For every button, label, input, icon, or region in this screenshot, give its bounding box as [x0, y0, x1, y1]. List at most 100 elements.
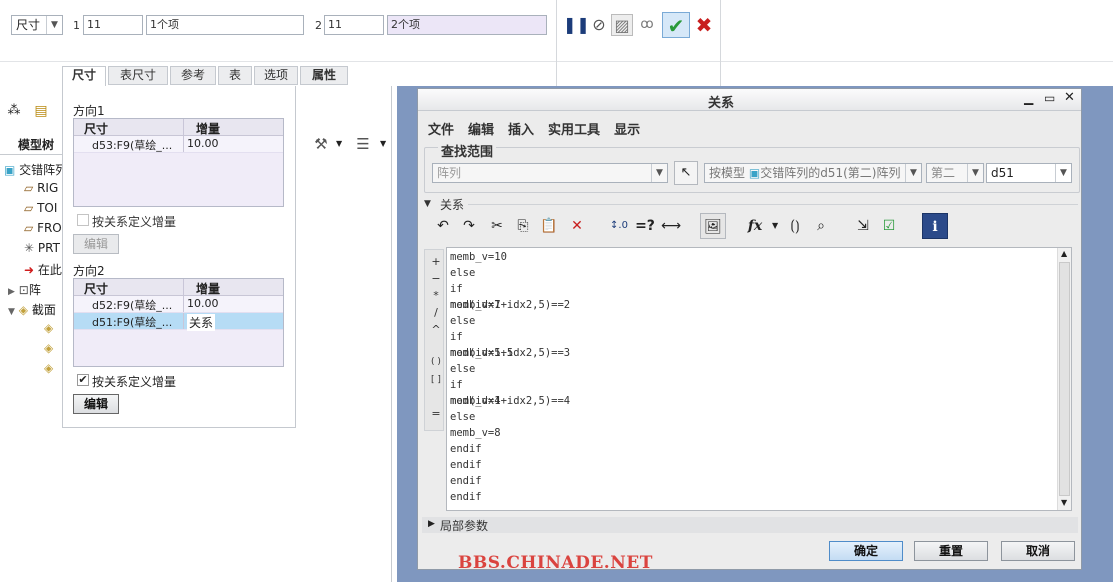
pattern-type-select[interactable]: 尺寸 ▼: [11, 15, 63, 35]
op-divide-button[interactable]: /: [426, 306, 446, 319]
confirm-check-icon[interactable]: ✔: [662, 12, 690, 38]
select-pointer-button[interactable]: ↖: [674, 161, 698, 185]
table-row[interactable]: d52:F9(草绘_... 10.00: [74, 296, 283, 313]
menu-file[interactable]: 文件: [428, 123, 454, 138]
tree-view-icon[interactable]: ⁂: [3, 100, 25, 122]
function-icon[interactable]: fx: [742, 213, 768, 239]
header-increment: 增量: [196, 122, 221, 136]
tree-item-root[interactable]: ▣ 交错阵列: [4, 161, 67, 178]
code-line: else: [450, 411, 476, 423]
menu-display[interactable]: 显示: [614, 123, 640, 138]
tree-item-top-plane[interactable]: ▱ TOI: [24, 201, 57, 215]
scroll-up-icon[interactable]: ▲: [1061, 249, 1067, 258]
tree-item-pattern[interactable]: ▶ ⊡阵: [8, 281, 41, 298]
undo-icon[interactable]: ↶: [430, 213, 456, 239]
op-power-button[interactable]: ^: [426, 323, 446, 336]
tree-item-sub-3[interactable]: ◈: [44, 361, 53, 375]
scroll-down-icon[interactable]: ▼: [1061, 498, 1067, 507]
menu-insert[interactable]: 插入: [508, 123, 534, 138]
tab-dimensions[interactable]: 尺寸: [62, 66, 106, 86]
minimize-icon[interactable]: ▁: [1024, 91, 1033, 105]
no-preview-icon[interactable]: ⊘: [588, 14, 610, 36]
op-paren-button[interactable]: ( ): [426, 357, 446, 367]
relations-toolbar: ↶ ↷ ✂ ⎘ 📋 ✕ ↕.0 =? ⟷ 🖼 fx ▼ ⟮⟯ ⌕ ⇲ ☑ i: [426, 213, 966, 241]
sort-relations-icon[interactable]: 🖼: [700, 213, 726, 239]
scroll-thumb[interactable]: [1059, 262, 1070, 496]
close-icon[interactable]: ✕: [1064, 90, 1075, 105]
evaluate-icon[interactable]: =?: [632, 213, 658, 239]
cut-icon[interactable]: ✂: [484, 213, 510, 239]
pause-icon[interactable]: ❚❚: [563, 14, 590, 36]
dir2-relation-checkbox[interactable]: ✔: [77, 374, 89, 386]
direction2-table: 尺寸 增量 d52:F9(草绘_... 10.00 d51:F9(草绘_... …: [73, 278, 284, 367]
op-plus-button[interactable]: +: [426, 255, 446, 268]
dir2-items-field[interactable]: 2个项: [387, 15, 547, 35]
scope-model-select[interactable]: 按模型 ▣交错阵列的d51(第二)阵列 ▼: [704, 163, 922, 183]
menu-utilities[interactable]: 实用工具: [548, 123, 600, 138]
info-icon[interactable]: i: [922, 213, 948, 239]
tab-references[interactable]: 参考: [170, 66, 216, 85]
op-multiply-button[interactable]: *: [426, 289, 446, 302]
measure-icon[interactable]: ⟷: [658, 213, 684, 239]
code-line: memb_v=5.5: [450, 347, 514, 359]
ok-button[interactable]: 确定: [829, 541, 903, 561]
copy-icon[interactable]: ⎘: [510, 213, 536, 239]
tree-item-csys[interactable]: ✳ PRT: [24, 241, 60, 255]
glasses-icon[interactable]: ꝏ: [636, 14, 658, 36]
dir1-edit-button[interactable]: 编辑: [73, 234, 119, 254]
preview-icon[interactable]: ▨: [611, 14, 633, 36]
redo-icon[interactable]: ↷: [456, 213, 482, 239]
insert-arrow-icon: ➜: [24, 263, 35, 277]
tab-options[interactable]: 选项: [254, 66, 298, 85]
tree-item-front-plane[interactable]: ▱ FRO: [24, 221, 62, 235]
feature-icon: ◈: [18, 303, 28, 317]
op-bracket-button[interactable]: [ ]: [426, 375, 446, 385]
reset-button[interactable]: 重置: [914, 541, 988, 561]
dimension-value-icon[interactable]: ↕.0: [606, 213, 632, 239]
scope-second-value: 第二: [931, 166, 956, 180]
cancel-x-icon[interactable]: ✖: [693, 14, 715, 36]
op-minus-button[interactable]: −: [426, 272, 446, 285]
export-icon[interactable]: ⇲: [850, 213, 876, 239]
parameters-icon[interactable]: ⟮⟯: [782, 213, 808, 239]
cancel-button[interactable]: 取消: [1001, 541, 1075, 561]
tree-item-section[interactable]: ▼ ◈ 截面: [8, 301, 56, 318]
plane-icon: ▱: [24, 181, 34, 195]
tree-columns-icon[interactable]: ☰: [352, 133, 374, 155]
tab-table[interactable]: 表: [218, 66, 252, 85]
dir1-relation-checkbox[interactable]: [77, 214, 89, 226]
chevron-down-icon: ▼: [46, 16, 62, 34]
scope-target-value: 交错阵列的d51(第二)阵列: [760, 166, 901, 180]
dir1-count-input[interactable]: 11: [83, 15, 143, 35]
verify-icon[interactable]: ⌕: [808, 213, 834, 239]
table-row-selected[interactable]: d51:F9(草绘_... 关系: [74, 313, 283, 331]
maximize-icon[interactable]: ▭: [1044, 91, 1055, 105]
dir2-edit-button[interactable]: 编辑: [73, 394, 119, 414]
local-params-bar[interactable]: ▶ 局部参数: [422, 517, 1078, 533]
tab-table-dimensions[interactable]: 表尺寸: [108, 66, 168, 85]
settings-tools-icon[interactable]: ⚒: [310, 133, 332, 155]
paste-icon[interactable]: 📋: [536, 213, 562, 239]
tree-item-sub-2[interactable]: ◈: [44, 341, 53, 355]
tree-item-right-plane[interactable]: ▱ RIG: [24, 181, 58, 195]
tree-item-insert-here[interactable]: ➜ 在此: [24, 261, 62, 278]
menu-edit[interactable]: 编辑: [468, 123, 494, 138]
dir2-count-input[interactable]: 11: [324, 15, 384, 35]
scope-second-select[interactable]: 第二 ▼: [926, 163, 984, 183]
direction1-table: 尺寸 增量 d53:F9(草绘_... 10.00: [73, 118, 284, 207]
check-relations-icon[interactable]: ☑: [876, 213, 902, 239]
tab-properties[interactable]: 属性: [300, 66, 348, 85]
editor-scrollbar[interactable]: ▲ ▼: [1057, 248, 1071, 510]
delete-icon[interactable]: ✕: [564, 213, 590, 239]
dir1-items-field[interactable]: 1个项: [146, 15, 304, 35]
scope-dim-select[interactable]: d51 ▼: [986, 163, 1072, 183]
tree-item-label: 截面: [31, 303, 56, 317]
op-equals-button[interactable]: =: [426, 407, 446, 420]
scope-type-select[interactable]: 阵列 ▼: [432, 163, 668, 183]
tree-header-line: [0, 154, 62, 155]
table-row[interactable]: d53:F9(草绘_... 10.00: [74, 136, 283, 153]
layers-icon[interactable]: ▤: [30, 100, 52, 122]
tree-item-sub-1[interactable]: ◈: [44, 321, 53, 335]
code-line: endif: [450, 491, 482, 503]
relations-collapse-icon[interactable]: ▼: [424, 199, 431, 209]
